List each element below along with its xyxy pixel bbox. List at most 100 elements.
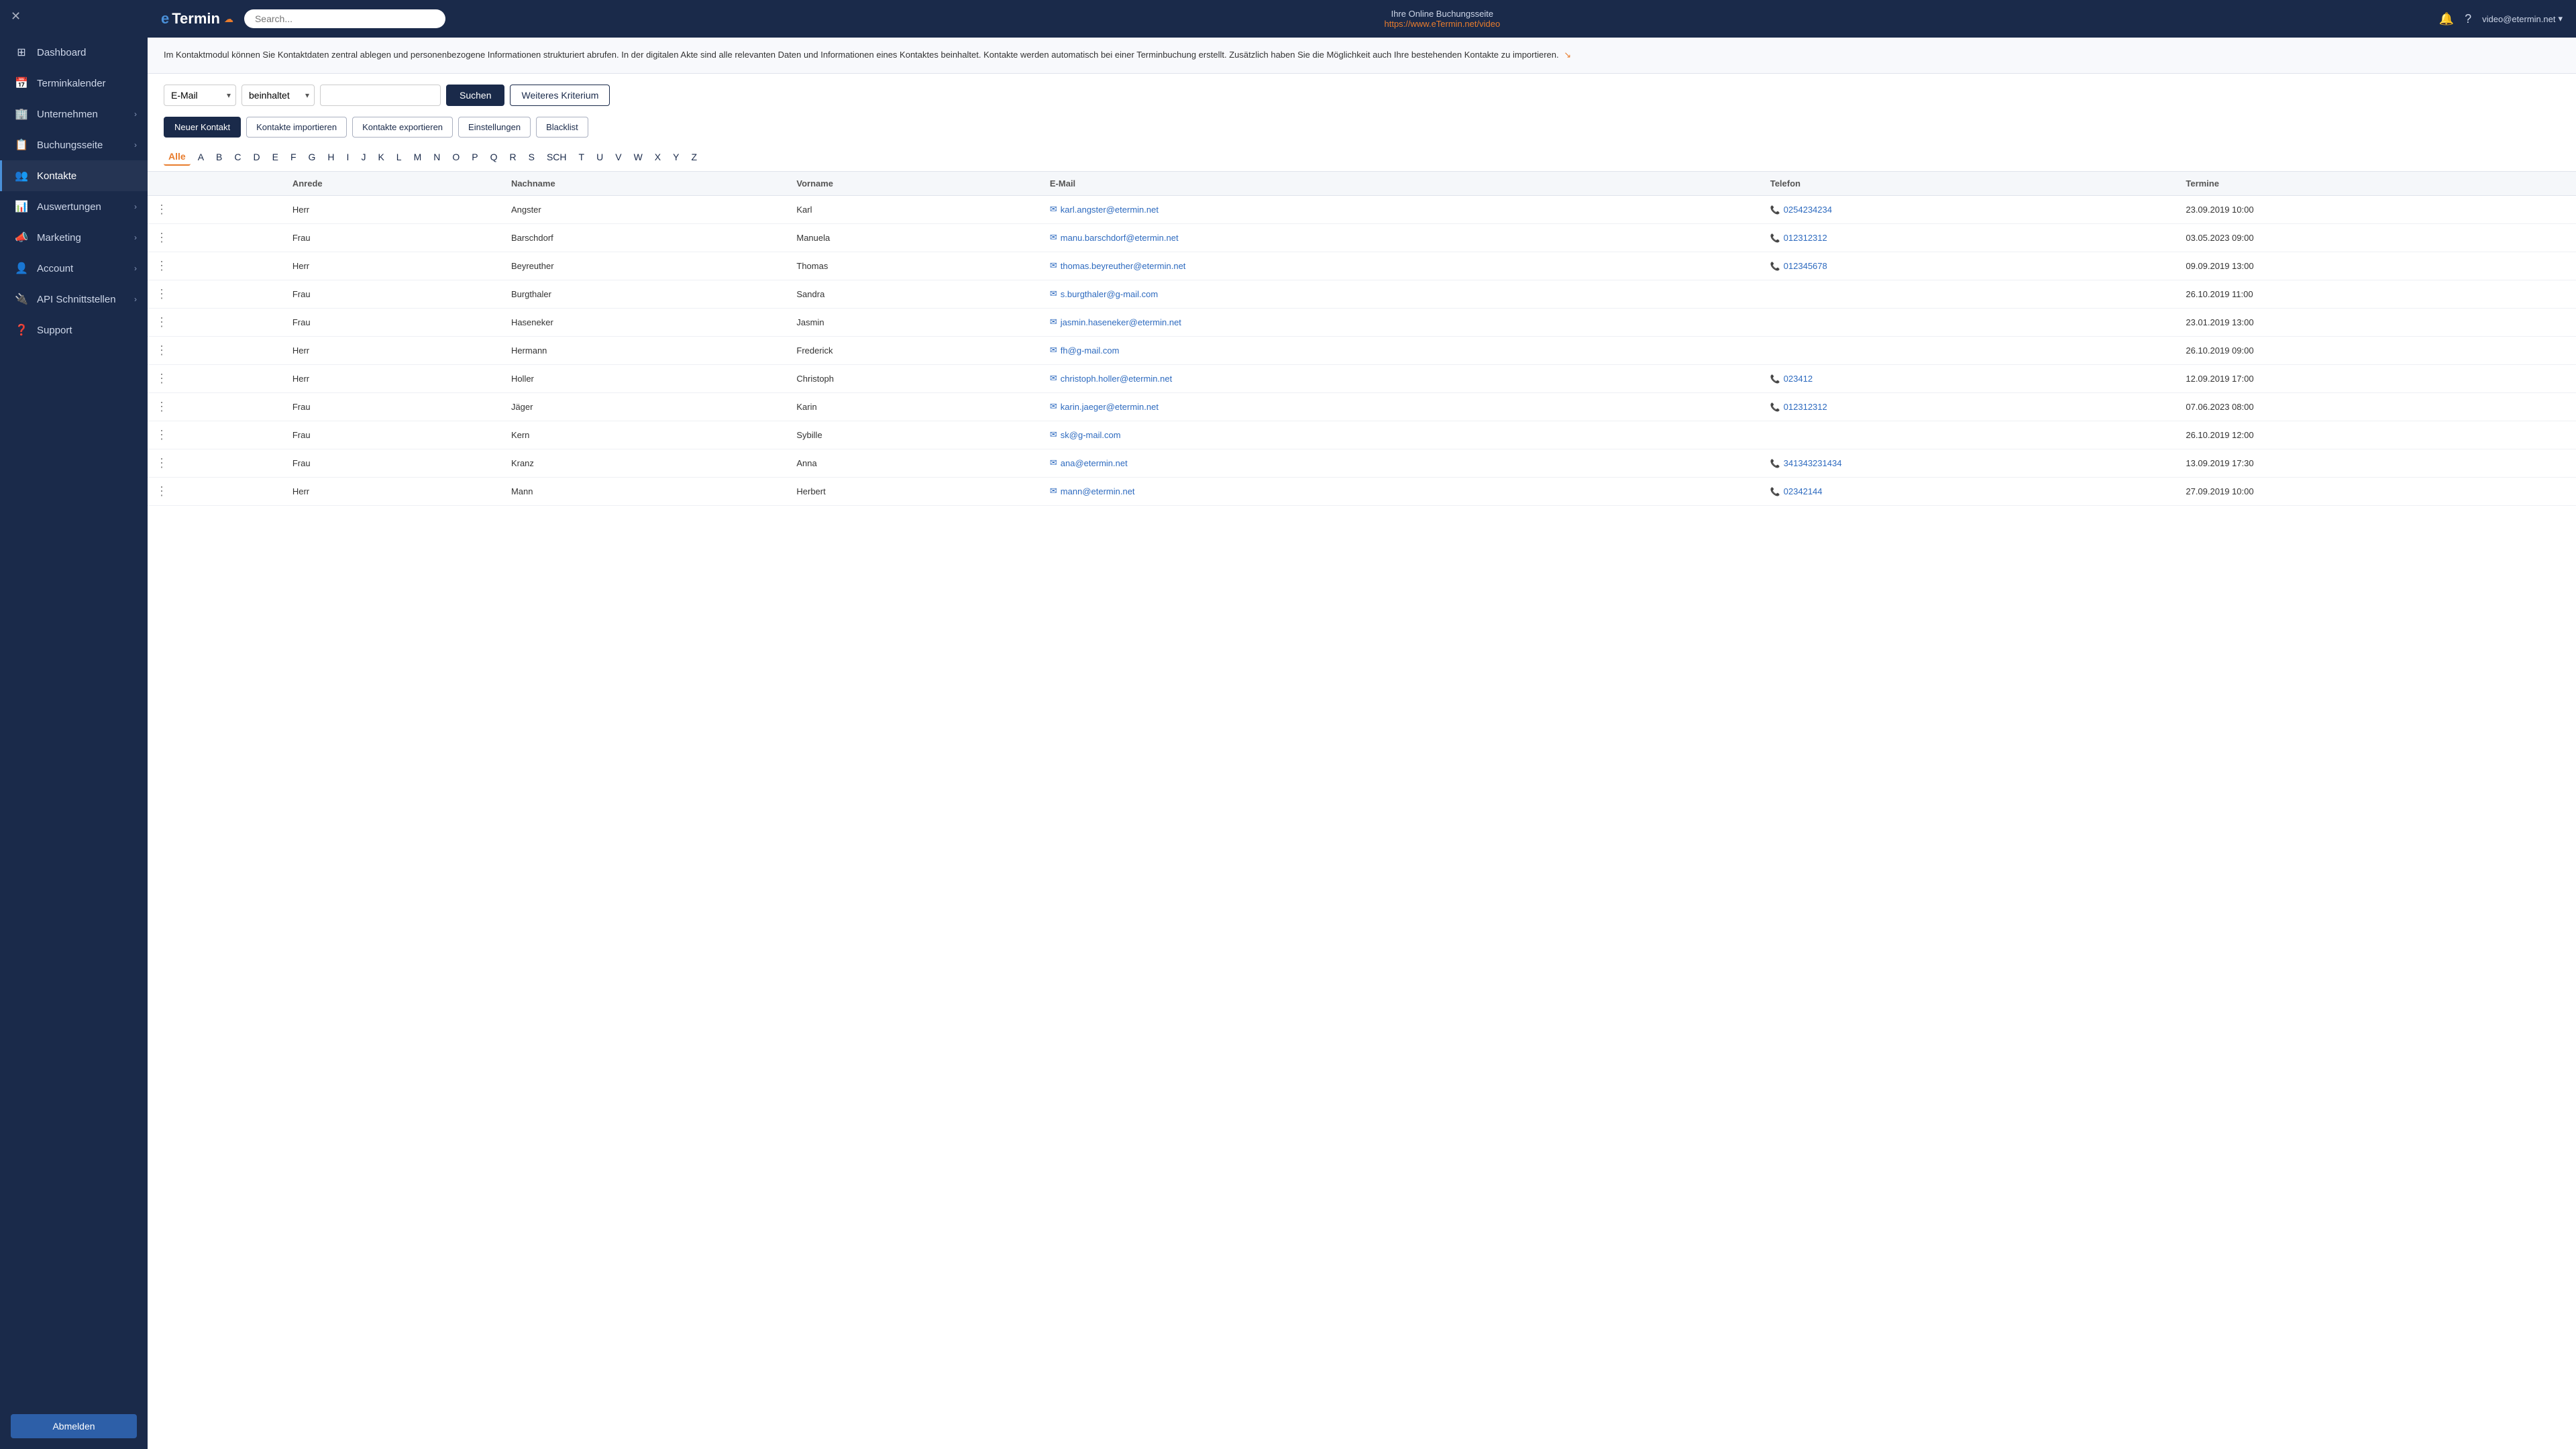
alpha-item-g[interactable]: G <box>304 149 321 165</box>
alpha-item-h[interactable]: H <box>323 149 339 165</box>
row-telefon[interactable]: 012312312 <box>1762 392 2178 421</box>
alpha-item-q[interactable]: Q <box>486 149 502 165</box>
alpha-item-e[interactable]: E <box>268 149 283 165</box>
sidebar-item-auswertungen[interactable]: 📊 Auswertungen › <box>0 191 148 222</box>
alpha-item-n[interactable]: N <box>429 149 445 165</box>
email-link[interactable]: thomas.beyreuther@etermin.net <box>1050 260 1754 271</box>
sidebar-item-support[interactable]: ❓ Support <box>0 315 148 345</box>
alpha-item-f[interactable]: F <box>286 149 301 165</box>
alpha-item-l[interactable]: L <box>392 149 407 165</box>
notifications-icon[interactable]: 🔔 <box>2439 12 2454 26</box>
alpha-item-b[interactable]: B <box>211 149 227 165</box>
row-email[interactable]: ana@etermin.net <box>1042 449 1762 477</box>
alpha-item-p[interactable]: P <box>467 149 482 165</box>
row-telefon[interactable]: 023412 <box>1762 364 2178 392</box>
row-email[interactable]: manu.barschdorf@etermin.net <box>1042 223 1762 252</box>
row-telefon[interactable]: 012312312 <box>1762 223 2178 252</box>
row-email[interactable]: christoph.holler@etermin.net <box>1042 364 1762 392</box>
row-menu-dots[interactable]: ⋮ <box>156 372 168 385</box>
email-link[interactable]: karin.jaeger@etermin.net <box>1050 401 1754 412</box>
alpha-item-j[interactable]: J <box>356 149 370 165</box>
sidebar-item-buchungsseite[interactable]: 📋 Buchungsseite › <box>0 129 148 160</box>
row-telefon[interactable] <box>1762 308 2178 336</box>
row-menu-dots[interactable]: ⋮ <box>156 259 168 272</box>
alpha-item-v[interactable]: V <box>610 149 626 165</box>
email-link[interactable]: christoph.holler@etermin.net <box>1050 373 1754 384</box>
row-email[interactable]: jasmin.haseneker@etermin.net <box>1042 308 1762 336</box>
sidebar-item-kontakte[interactable]: 👥 Kontakte <box>0 160 148 191</box>
alpha-item-u[interactable]: U <box>592 149 608 165</box>
alpha-item-k[interactable]: K <box>373 149 388 165</box>
row-menu[interactable]: ⋮ <box>148 280 284 308</box>
alpha-item-a[interactable]: A <box>193 149 209 165</box>
alpha-item-m[interactable]: M <box>409 149 427 165</box>
row-email[interactable]: mann@etermin.net <box>1042 477 1762 505</box>
email-link[interactable]: mann@etermin.net <box>1050 486 1754 496</box>
row-menu[interactable]: ⋮ <box>148 223 284 252</box>
phone-link[interactable]: 023412 <box>1770 374 2170 384</box>
email-link[interactable]: ana@etermin.net <box>1050 458 1754 468</box>
alpha-item-sch[interactable]: SCH <box>542 149 572 165</box>
row-telefon[interactable]: 02342144 <box>1762 477 2178 505</box>
row-menu[interactable]: ⋮ <box>148 252 284 280</box>
alpha-item-z[interactable]: Z <box>686 149 702 165</box>
alpha-item-w[interactable]: W <box>629 149 647 165</box>
phone-link[interactable]: 012345678 <box>1770 261 2170 271</box>
row-menu[interactable]: ⋮ <box>148 421 284 449</box>
sidebar-item-terminkalender[interactable]: 📅 Terminkalender <box>0 68 148 99</box>
booking-url[interactable]: https://www.eTermin.net/video <box>1384 19 1500 29</box>
row-telefon[interactable]: 0254234234 <box>1762 195 2178 223</box>
condition-select[interactable]: beinhaltet ist gleich beginnt mit <box>241 85 315 106</box>
row-menu-dots[interactable]: ⋮ <box>156 484 168 498</box>
email-link[interactable]: sk@g-mail.com <box>1050 429 1754 440</box>
row-email[interactable]: karin.jaeger@etermin.net <box>1042 392 1762 421</box>
row-email[interactable]: karl.angster@etermin.net <box>1042 195 1762 223</box>
phone-link[interactable]: 341343231434 <box>1770 458 2170 468</box>
row-telefon[interactable] <box>1762 280 2178 308</box>
phone-link[interactable]: 012312312 <box>1770 402 2170 412</box>
alpha-item-o[interactable]: O <box>447 149 464 165</box>
alpha-item-x[interactable]: X <box>650 149 665 165</box>
row-menu[interactable]: ⋮ <box>148 308 284 336</box>
row-menu[interactable]: ⋮ <box>148 336 284 364</box>
row-menu[interactable]: ⋮ <box>148 392 284 421</box>
row-email[interactable]: fh@g-mail.com <box>1042 336 1762 364</box>
row-menu[interactable]: ⋮ <box>148 364 284 392</box>
alpha-item-r[interactable]: R <box>505 149 521 165</box>
phone-link[interactable]: 012312312 <box>1770 233 2170 243</box>
alpha-item-alle[interactable]: Alle <box>164 148 191 166</box>
suchen-button[interactable]: Suchen <box>446 85 504 106</box>
row-telefon[interactable]: 012345678 <box>1762 252 2178 280</box>
einstellungen-button[interactable]: Einstellungen <box>458 117 531 138</box>
sidebar-item-marketing[interactable]: 📣 Marketing › <box>0 222 148 253</box>
row-menu-dots[interactable]: ⋮ <box>156 343 168 357</box>
row-menu-dots[interactable]: ⋮ <box>156 203 168 216</box>
row-email[interactable]: thomas.beyreuther@etermin.net <box>1042 252 1762 280</box>
field-select[interactable]: E-Mail Nachname Vorname Telefon <box>164 85 236 106</box>
email-link[interactable]: jasmin.haseneker@etermin.net <box>1050 317 1754 327</box>
kontakte-importieren-button[interactable]: Kontakte importieren <box>246 117 347 138</box>
row-menu-dots[interactable]: ⋮ <box>156 287 168 301</box>
row-email[interactable]: sk@g-mail.com <box>1042 421 1762 449</box>
sidebar-item-dashboard[interactable]: ⊞ Dashboard <box>0 37 148 68</box>
row-email[interactable]: s.burgthaler@g-mail.com <box>1042 280 1762 308</box>
abmelden-button[interactable]: Abmelden <box>11 1414 137 1438</box>
row-telefon[interactable]: 341343231434 <box>1762 449 2178 477</box>
phone-link[interactable]: 0254234234 <box>1770 205 2170 215</box>
user-menu[interactable]: video@etermin.net ▾ <box>2482 13 2563 24</box>
weiteres-kriterium-button[interactable]: Weiteres Kriterium <box>510 85 610 106</box>
alpha-item-s[interactable]: S <box>524 149 539 165</box>
row-menu-dots[interactable]: ⋮ <box>156 231 168 244</box>
row-menu[interactable]: ⋮ <box>148 449 284 477</box>
email-link[interactable]: manu.barschdorf@etermin.net <box>1050 232 1754 243</box>
email-link[interactable]: s.burgthaler@g-mail.com <box>1050 288 1754 299</box>
row-menu-dots[interactable]: ⋮ <box>156 400 168 413</box>
sidebar-item-api[interactable]: 🔌 API Schnittstellen › <box>0 284 148 315</box>
row-telefon[interactable] <box>1762 421 2178 449</box>
row-menu-dots[interactable]: ⋮ <box>156 456 168 470</box>
email-link[interactable]: fh@g-mail.com <box>1050 345 1754 356</box>
email-link[interactable]: karl.angster@etermin.net <box>1050 204 1754 215</box>
alpha-item-c[interactable]: C <box>229 149 246 165</box>
row-menu-dots[interactable]: ⋮ <box>156 315 168 329</box>
alpha-item-y[interactable]: Y <box>668 149 684 165</box>
